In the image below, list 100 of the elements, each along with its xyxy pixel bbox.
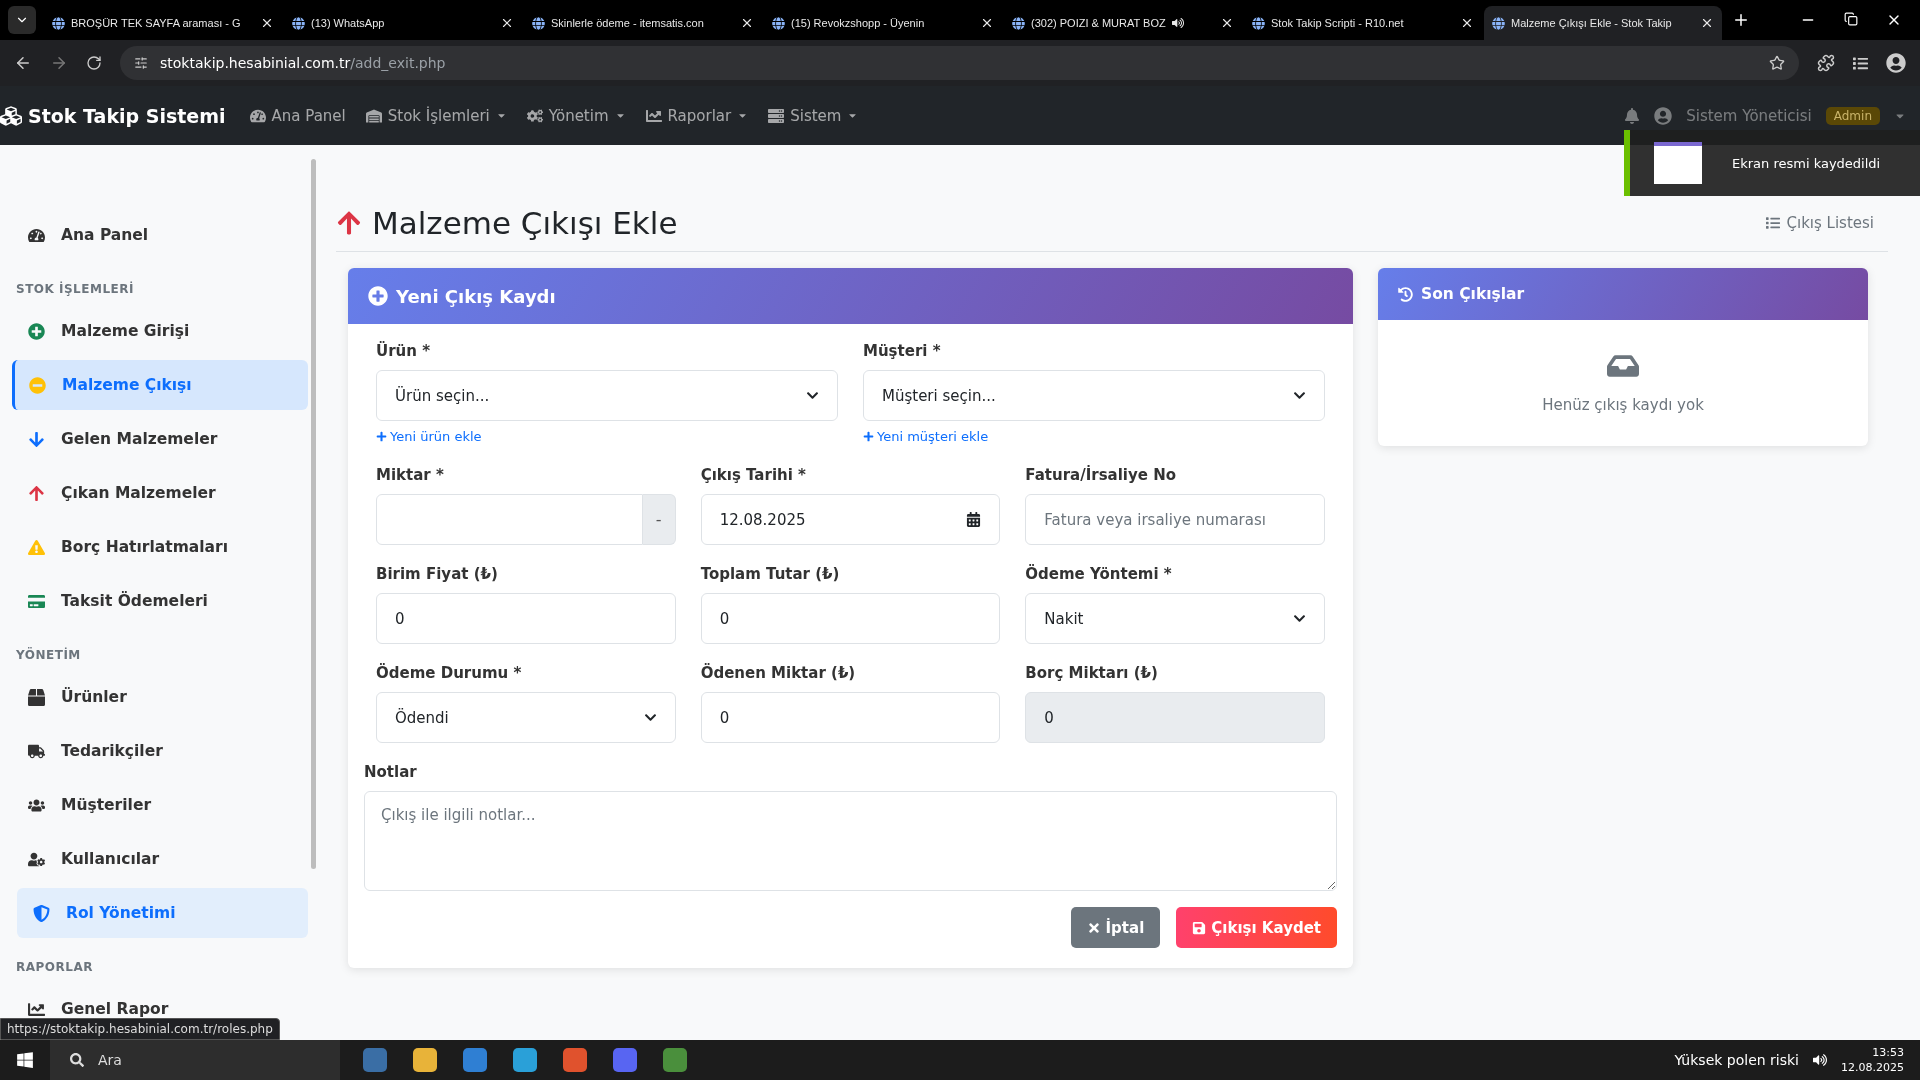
close-icon[interactable] — [1220, 16, 1234, 30]
close-icon[interactable] — [260, 16, 274, 30]
bookmark-star-icon[interactable] — [1769, 55, 1785, 71]
sidebar-item[interactable]: Kullanıcılar — [12, 834, 308, 884]
nav-link[interactable]: Ana Panel — [249, 106, 346, 125]
select-field[interactable]: Ürün seçin... — [376, 370, 838, 421]
chevron-down-icon — [643, 711, 657, 724]
chevron-down-icon — [1293, 612, 1306, 625]
field-label: Toplam Tutar (₺) — [700, 565, 841, 583]
warning-icon — [28, 538, 45, 556]
nav-link[interactable]: Stok İşlemleri — [365, 106, 507, 125]
app-icon[interactable] — [413, 1048, 437, 1072]
chart-icon — [28, 1000, 45, 1018]
input-field[interactable]: 0 — [700, 692, 1001, 743]
input-field[interactable]: 0 — [700, 593, 1001, 644]
field-label: Miktar * — [376, 466, 445, 484]
site-settings-icon[interactable] — [134, 56, 148, 70]
field-label: Çıkış Tarihi * — [700, 466, 807, 484]
taskbar-clock[interactable]: 13:53 12.08.2025 — [1841, 1045, 1904, 1075]
page-title: Malzeme Çıkışı Ekle — [336, 205, 678, 241]
close-icon[interactable] — [1700, 16, 1714, 30]
add-link[interactable]: Yeni müşteri ekle — [863, 429, 989, 444]
field-label: Ödeme Yöntemi * — [1025, 565, 1173, 583]
history-icon — [1398, 286, 1413, 302]
browser-tab[interactable]: Skinlerle ödeme - itemsatis.con — [524, 6, 762, 40]
select-field[interactable]: Nakit — [1025, 593, 1325, 644]
input-field[interactable]: 0 — [1025, 692, 1325, 743]
sidebar-item[interactable]: Gelen Malzemeler — [12, 414, 308, 464]
start-icon[interactable] — [16, 1051, 34, 1069]
browser-tab[interactable]: (302) POIZI & MURAT BOZ — [1004, 6, 1242, 40]
scrollbar[interactable] — [311, 159, 316, 869]
sidebar-item[interactable]: Rol Yönetimi — [17, 888, 308, 938]
link-tooltip: https://stoktakip.hesabinial.com.tr/roles.php — [0, 1018, 280, 1040]
number-field[interactable] — [376, 494, 643, 545]
app-icon[interactable] — [363, 1048, 387, 1072]
notification-toast[interactable]: Ekran resmi kaydedildi — [1624, 130, 1920, 196]
nav-link[interactable]: Yönetim — [526, 106, 626, 125]
user-icon — [1654, 106, 1673, 125]
notes-field[interactable]: Çıkış ile ilgili notlar... — [364, 791, 1337, 891]
app-icon[interactable] — [463, 1048, 487, 1072]
section-title: STOK İŞLEMLERİ — [16, 282, 135, 296]
cancel-button[interactable]: İptal — [1070, 907, 1161, 948]
browser-tab[interactable]: Stok Takip Scripti - R10.net — [1244, 6, 1482, 40]
browser-tab[interactable]: BROŞÜR TEK SAYFA araması - G — [44, 6, 282, 40]
taskbar-search[interactable]: Ara — [50, 1040, 340, 1080]
user-name[interactable]: Sistem Yöneticisi — [1686, 106, 1812, 125]
input-field[interactable]: 0 — [376, 593, 676, 644]
add-link[interactable]: Yeni ürün ekle — [376, 429, 482, 444]
forward-icon[interactable] — [50, 54, 68, 72]
speaker-icon[interactable] — [1813, 1053, 1827, 1067]
new-tab-icon[interactable] — [1732, 11, 1750, 29]
app-icon[interactable] — [563, 1048, 587, 1072]
weather-widget[interactable]: Yüksek polen riski — [1674, 1052, 1799, 1068]
section-title: RAPORLAR — [16, 960, 94, 974]
close-icon[interactable] — [980, 16, 994, 30]
sidebar-item[interactable]: Tedarikçiler — [12, 726, 308, 776]
close-icon[interactable] — [500, 16, 514, 30]
profile-icon[interactable] — [1886, 53, 1906, 73]
sidebar-item[interactable]: Ürünler — [12, 672, 308, 722]
chevron-down-icon — [1293, 389, 1306, 402]
sidebar-item[interactable]: Ana Panel — [12, 210, 308, 260]
sidebar-item[interactable]: Malzeme Çıkışı — [12, 360, 308, 410]
browser-tab[interactable]: Malzeme Çıkışı Ekle - Stok Takip — [1484, 6, 1722, 40]
field-label: Borç Miktarı (₺) — [1025, 664, 1159, 682]
back-icon[interactable] — [14, 54, 32, 72]
sidebar-item[interactable]: Taksit Ödemeleri — [12, 576, 308, 626]
globe-icon — [292, 16, 305, 30]
globe-icon — [52, 16, 65, 30]
app-icon[interactable] — [513, 1048, 537, 1072]
gauge-icon — [249, 107, 266, 124]
restore-icon[interactable] — [1844, 12, 1858, 26]
list-link[interactable]: Çıkış Listesi — [1766, 214, 1874, 232]
reload-icon[interactable] — [86, 55, 102, 71]
browser-tab[interactable]: (15) Revokzshopp - Üyenin — [764, 6, 1002, 40]
box-icon — [28, 688, 45, 706]
app-icon[interactable] — [663, 1048, 687, 1072]
warehouse-icon — [365, 107, 382, 124]
address-field[interactable]: stoktakip.hesabinial.com.tr/add_exit.php — [120, 46, 1799, 80]
date-field[interactable]: 12.08.2025 — [700, 494, 1001, 545]
app-icon[interactable] — [613, 1048, 637, 1072]
card-header: Son Çıkışlar — [1378, 268, 1868, 320]
card-header: Yeni Çıkış Kaydı — [348, 268, 1353, 324]
select-field[interactable]: Ödendi — [376, 692, 676, 743]
tab-list-button[interactable] — [8, 6, 36, 34]
close-icon[interactable] — [1460, 16, 1474, 30]
section-title: YÖNETİM — [16, 648, 82, 662]
nav-link[interactable]: Sistem — [768, 106, 859, 125]
sidebar-item[interactable]: Müşteriler — [12, 780, 308, 830]
sidebar-item[interactable]: Borç Hatırlatmaları — [12, 522, 308, 572]
sidebar-item[interactable]: Çıkan Malzemeler — [12, 468, 308, 518]
sidebar-item[interactable]: Malzeme Girişi — [12, 306, 308, 356]
select-field[interactable]: Müşteri seçin... — [863, 370, 1325, 421]
extensions-icon[interactable] — [1817, 54, 1835, 72]
arrow-down-icon — [28, 430, 45, 448]
arrow-up-icon — [336, 210, 362, 236]
browser-tab[interactable]: (13) WhatsApp — [284, 6, 522, 40]
bell-icon[interactable] — [1624, 107, 1641, 124]
close-icon[interactable] — [740, 16, 754, 30]
input-field[interactable]: Fatura veya irsaliye numarası — [1025, 494, 1325, 545]
nav-link[interactable]: Raporlar — [645, 106, 749, 125]
